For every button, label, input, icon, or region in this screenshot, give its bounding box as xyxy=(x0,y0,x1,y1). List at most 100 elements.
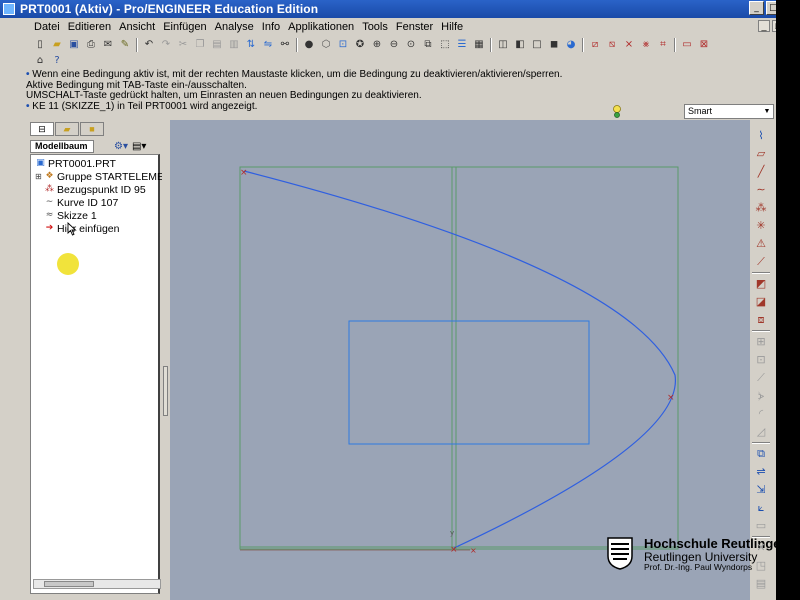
tab-favorites[interactable]: ■ xyxy=(80,122,104,136)
datum-point-toggle-icon[interactable]: ⨯ xyxy=(621,37,637,52)
hidden-line-icon[interactable]: ◧ xyxy=(512,37,528,52)
home-icon[interactable]: ⌂ xyxy=(32,53,48,68)
select-icon[interactable]: ⌇ xyxy=(752,128,770,143)
tab-folder-browser[interactable]: ▰ xyxy=(55,122,79,136)
draft-tool-icon[interactable]: ⦔ xyxy=(752,388,770,403)
point-tool-icon[interactable]: ⁂ xyxy=(752,200,770,215)
appearance-icon[interactable]: ▦ xyxy=(471,37,487,52)
tree-item-group[interactable]: ⊞ ❖ Gruppe STARTELEMENT xyxy=(35,170,178,183)
sketch-rectangle[interactable] xyxy=(348,320,590,445)
send-mail-icon[interactable]: ✉ xyxy=(100,37,116,52)
find-icon[interactable]: ⚯ xyxy=(277,37,293,52)
sketch-spline-curve[interactable] xyxy=(243,170,676,549)
datum-axis-toggle-icon[interactable]: ⧅ xyxy=(604,37,620,52)
coordinate-system-toggle-icon[interactable]: ⨳ xyxy=(638,37,654,52)
view-manager-icon[interactable]: ⬡ xyxy=(318,37,334,52)
open-folder-icon[interactable]: ▰ xyxy=(49,37,65,52)
regenerate-icon[interactable]: ⇅ xyxy=(243,37,259,52)
dimension-tool-icon[interactable]: ⚠ xyxy=(752,236,770,251)
window-close-icon[interactable]: ⊠ xyxy=(696,37,712,52)
tree-item-sketch[interactable]: ≈ Skizze 1 xyxy=(44,209,97,222)
tab-model-tree[interactable]: ⊟ xyxy=(30,122,54,136)
curve-start-point-icon[interactable]: × xyxy=(240,168,248,178)
tree-filter-icon[interactable]: ▤▾ xyxy=(132,141,146,152)
window-activate-icon[interactable]: ▭ xyxy=(679,37,695,52)
revolve-tool-icon[interactable]: ◪ xyxy=(752,294,770,309)
tree-settings-icon[interactable]: ⚙▾ xyxy=(114,141,128,152)
menu-einfuegen[interactable]: Einfügen xyxy=(159,21,210,33)
tree-horizontal-scrollbar[interactable] xyxy=(33,579,161,589)
datum-plane-toggle-icon[interactable]: ⧄ xyxy=(587,37,603,52)
shaded-icon[interactable]: ◼ xyxy=(546,37,562,52)
model-tree-title[interactable]: Modellbaum xyxy=(30,139,94,153)
paste-icon[interactable]: ▤ xyxy=(209,37,225,52)
sweep-tool-icon[interactable]: ⧈ xyxy=(752,312,770,327)
menu-applikationen[interactable]: Applikationen xyxy=(284,21,358,33)
scrollbar-thumb[interactable] xyxy=(44,581,94,587)
coordinate-system-tool-icon[interactable]: ✳ xyxy=(752,218,770,233)
sketch-canvas[interactable]: × × × × y xyxy=(170,120,750,600)
menu-info[interactable]: Info xyxy=(258,21,284,33)
pattern-tool-icon[interactable]: ▭ xyxy=(752,518,770,533)
no-hidden-icon[interactable]: □ xyxy=(529,37,545,52)
menu-editieren[interactable]: Editieren xyxy=(64,21,115,33)
offset-tool-icon[interactable]: ⟋ xyxy=(752,254,770,269)
paste-special-icon[interactable]: ▥ xyxy=(226,37,242,52)
merge-tool-icon[interactable]: ⇲ xyxy=(752,482,770,497)
thicken-tool-icon[interactable]: ▤ xyxy=(752,576,770,591)
menu-ansicht[interactable]: Ansicht xyxy=(115,21,159,33)
shading-icon[interactable]: ● xyxy=(301,37,317,52)
extrude-tool-icon[interactable]: ◩ xyxy=(752,276,770,291)
zoom-in-icon[interactable]: ⊕ xyxy=(369,37,385,52)
splitter-grip[interactable] xyxy=(163,366,168,416)
spline-tool-icon[interactable]: ∼ xyxy=(752,182,770,197)
regen-manager-icon[interactable]: ⇋ xyxy=(260,37,276,52)
menu-fenster[interactable]: Fenster xyxy=(392,21,437,33)
refit-icon[interactable]: ⊡ xyxy=(335,37,351,52)
zoom-fit-icon[interactable]: ⊙ xyxy=(403,37,419,52)
tree-item-part[interactable]: ▣ PRT0001.PRT xyxy=(35,157,116,170)
extend-tool-icon[interactable]: ✕ xyxy=(752,540,770,555)
menu-analyse[interactable]: Analyse xyxy=(211,21,258,33)
edit-definition-icon[interactable]: ✎ xyxy=(117,37,133,52)
graphics-window[interactable]: × × × × y xyxy=(170,120,750,600)
cut-icon[interactable]: ✂ xyxy=(175,37,191,52)
undo-icon[interactable]: ↶ xyxy=(141,37,157,52)
line-tool-icon[interactable]: ╱ xyxy=(752,164,770,179)
orient-icon[interactable]: ⧉ xyxy=(420,37,436,52)
curve-point-icon[interactable]: × xyxy=(667,393,675,403)
copy-icon[interactable]: ❐ xyxy=(192,37,208,52)
copy-feature-icon[interactable]: ⧉ xyxy=(752,446,770,461)
minimize-button[interactable]: _ xyxy=(749,1,764,15)
new-file-icon[interactable]: ▯ xyxy=(32,37,48,52)
layers-icon[interactable]: ☰ xyxy=(454,37,470,52)
menu-tools[interactable]: Tools xyxy=(358,21,392,33)
hole-tool-icon[interactable]: ⊞ xyxy=(752,334,770,349)
context-help-icon[interactable]: ? xyxy=(49,53,65,68)
menu-datei[interactable]: Datei xyxy=(30,21,64,33)
trim-tool-icon[interactable]: ⟀ xyxy=(752,500,770,515)
doc-minimize-button[interactable]: _ xyxy=(758,20,770,32)
panel-splitter[interactable] xyxy=(162,120,170,600)
origin-point-icon[interactable]: × xyxy=(450,545,458,555)
wireframe-icon[interactable]: ◫ xyxy=(495,37,511,52)
model-tree-toggle-icon[interactable]: ◕ xyxy=(563,37,579,52)
expand-plus-icon[interactable]: ⊞ xyxy=(35,172,42,181)
annotation-toggle-icon[interactable]: ⌗ xyxy=(655,37,671,52)
print-icon[interactable]: ⎙ xyxy=(83,37,99,52)
mirror-tool-icon[interactable]: ⇌ xyxy=(752,464,770,479)
rib-tool-icon[interactable]: ⟋ xyxy=(752,370,770,385)
save-icon[interactable]: ▣ xyxy=(66,37,82,52)
rectangle-tool-icon[interactable]: ▱ xyxy=(752,146,770,161)
saved-views-icon[interactable]: ⬚ xyxy=(437,37,453,52)
chamfer-tool-icon[interactable]: ◿ xyxy=(752,424,770,439)
redo-icon[interactable]: ↷ xyxy=(158,37,174,52)
repaint-icon[interactable]: ✪ xyxy=(352,37,368,52)
round-tool-icon[interactable]: ◜ xyxy=(752,406,770,421)
zoom-out-icon[interactable]: ⊖ xyxy=(386,37,402,52)
offset-surface-icon[interactable]: ◳ xyxy=(752,558,770,573)
tree-item-insert-here[interactable]: ➔ Hier einfügen xyxy=(44,222,120,235)
selection-filter-dropdown[interactable]: Smart ▼ xyxy=(684,104,774,119)
menu-hilfe[interactable]: Hilfe xyxy=(437,21,467,33)
shell-tool-icon[interactable]: ⊡ xyxy=(752,352,770,367)
